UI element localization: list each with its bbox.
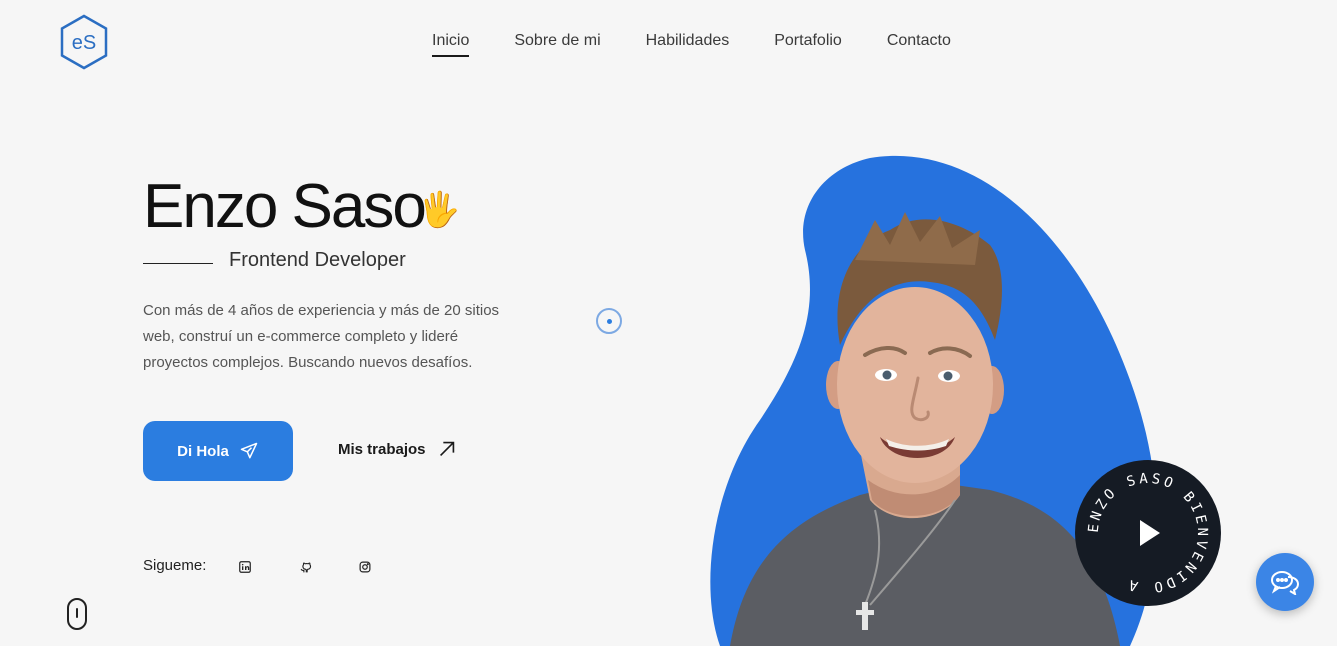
say-hello-button[interactable]: Di Hola — [143, 421, 293, 481]
chat-button[interactable] — [1256, 553, 1314, 611]
play-icon — [1140, 520, 1160, 546]
my-work-label: Mis trabajos — [338, 440, 426, 458]
main-nav: Inicio Sobre de mi Habilidades Portafoli… — [432, 32, 996, 57]
hero-role: Frontend Developer — [229, 249, 406, 271]
nav-sobre-de-mi[interactable]: Sobre de mi — [514, 32, 600, 54]
nav-inicio[interactable]: Inicio — [432, 32, 470, 57]
github-icon[interactable] — [291, 553, 319, 581]
wave-icon: 🖐 — [418, 191, 461, 229]
instagram-icon[interactable] — [351, 553, 379, 581]
scroll-mouse-icon[interactable] — [67, 598, 87, 630]
cursor-ring-icon — [596, 308, 622, 334]
say-hello-label: Di Hola — [177, 442, 229, 460]
welcome-play-badge[interactable]: ENZO SASO BIENVENIDO A — [1075, 460, 1221, 606]
logo-text: eS — [72, 32, 96, 54]
arrow-up-right-icon — [439, 441, 454, 457]
send-icon — [240, 442, 258, 459]
chat-icon — [1271, 571, 1300, 595]
nav-portafolio[interactable]: Portafolio — [774, 32, 842, 54]
nav-contacto[interactable]: Contacto — [887, 32, 951, 54]
role-divider — [143, 263, 213, 264]
hero-name: Enzo Saso — [143, 172, 427, 241]
my-work-link[interactable]: Mis trabajos — [338, 438, 458, 460]
nav-habilidades[interactable]: Habilidades — [646, 32, 730, 54]
hero-description: Con más de 4 años de experiencia y más d… — [143, 302, 500, 371]
follow-label: Sigueme: — [143, 557, 207, 574]
linkedin-icon[interactable] — [231, 553, 259, 581]
logo[interactable]: eS — [59, 14, 109, 70]
